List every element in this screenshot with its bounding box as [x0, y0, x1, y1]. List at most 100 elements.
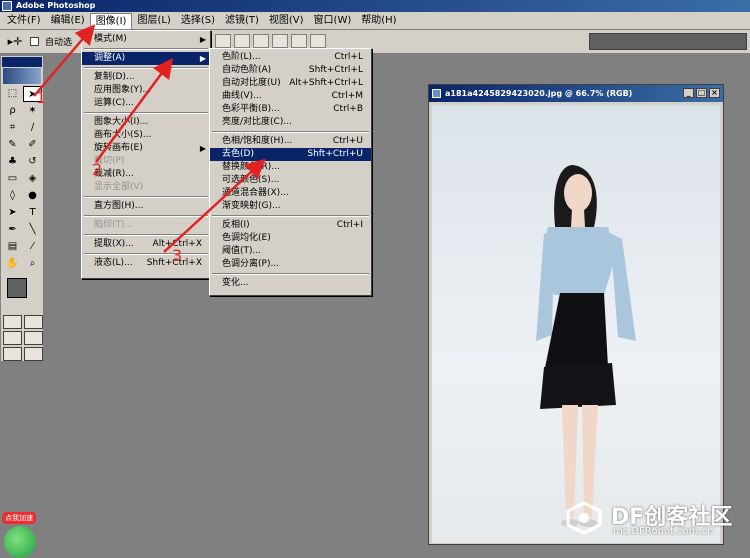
brush-tool-icon[interactable]: ✐: [23, 137, 42, 153]
close-icon[interactable]: ×: [709, 88, 720, 98]
adjust-menu-item-label: 亮度/对比度(C)...: [222, 117, 292, 127]
jump-to-imageready-button[interactable]: [24, 347, 43, 361]
adjust-menu-item[interactable]: 可选颜色(S)...: [210, 174, 371, 187]
document-canvas[interactable]: [432, 105, 720, 543]
adjust-menu-item[interactable]: 渐变映射(G)...: [210, 200, 371, 213]
image-menu-item[interactable]: 画布大小(S)...: [82, 129, 210, 142]
hand-tool-icon[interactable]: ✋: [3, 256, 22, 272]
menu-file[interactable]: 文件(F): [2, 13, 46, 29]
align-hcenter-button[interactable]: [291, 34, 307, 48]
image-menu-item[interactable]: 复制(D)...: [82, 71, 210, 84]
palette-well[interactable]: [589, 33, 747, 50]
toolbox-logo[interactable]: [3, 68, 41, 84]
marquee-tool-icon[interactable]: ⬚: [3, 86, 22, 102]
adjust-menu-item[interactable]: 色调分离(P)...: [210, 258, 371, 271]
speedup-badge[interactable]: 点我加速: [0, 510, 38, 558]
photo-face: [564, 174, 592, 212]
clone-stamp-icon[interactable]: ♣: [3, 154, 22, 170]
adjust-menu-item-label: 变化...: [222, 278, 249, 288]
auto-select-checkbox[interactable]: [30, 37, 39, 46]
align-vcenter-button[interactable]: [234, 34, 250, 48]
adjust-menu-item[interactable]: 去色(D) Shft+Ctrl+U: [210, 148, 371, 161]
align-top-button[interactable]: [215, 34, 231, 48]
screen-mode-full-button[interactable]: [3, 347, 22, 361]
annotation-label-2: 2: [92, 160, 103, 179]
line-tool-icon[interactable]: ╲: [23, 222, 42, 238]
watermark-url: mc.DFRobot.com.cn: [613, 526, 714, 537]
zoom-tool-icon[interactable]: ⌕: [23, 256, 42, 272]
menu-help[interactable]: 帮助(H): [356, 13, 401, 29]
screen-mode-standard-button[interactable]: [3, 331, 22, 345]
image-menu-item[interactable]: 应用图象(Y)...: [82, 84, 210, 97]
adjust-menu-item[interactable]: 替换颜色(R)...: [210, 161, 371, 174]
adjust-menu-item-label: 去色(D): [222, 149, 254, 159]
move-tool-icon[interactable]: ▸✛: [6, 34, 24, 50]
adjust-menu-item-shortcut: Ctrl+I: [336, 220, 363, 230]
lasso-tool-icon[interactable]: ρ: [3, 103, 22, 119]
adjust-menu-item[interactable]: 亮度/对比度(C)...: [210, 116, 371, 129]
image-menu-item[interactable]: 旋转画布(E) ▶: [82, 142, 210, 155]
color-swatches: [3, 276, 41, 310]
dodge-tool-icon[interactable]: ●: [23, 188, 42, 204]
paint-bucket-icon[interactable]: ◈: [23, 171, 42, 187]
document-title-bar[interactable]: a181a4245829423020.jpg @ 66.7% (RGB) _ □…: [429, 85, 723, 102]
crop-tool-icon[interactable]: ⌗: [3, 120, 22, 136]
type-tool-icon[interactable]: T: [23, 205, 42, 221]
menu-view[interactable]: 视图(V): [264, 13, 309, 29]
annotation-label-3: 3: [172, 246, 183, 265]
blur-tool-icon[interactable]: ◊: [3, 188, 22, 204]
menu-filter[interactable]: 滤镜(T): [220, 13, 264, 29]
photoshop-app-icon: [2, 1, 12, 11]
adjust-menu-item[interactable]: 反相(I) Ctrl+I: [210, 219, 371, 232]
minimize-icon[interactable]: _: [683, 88, 694, 98]
photo-skirt-hem: [540, 363, 616, 409]
adjust-menu-item[interactable]: 色阶(L)... Ctrl+L: [210, 51, 371, 64]
menu-window[interactable]: 窗口(W): [309, 13, 357, 29]
image-menu-item-label: 画布大小(S)...: [94, 130, 152, 140]
adjust-menu-item[interactable]: 色调均化(E): [210, 232, 371, 245]
menu-layer[interactable]: 图层(L): [132, 13, 175, 29]
adjust-menu-item-label: 曲线(V)...: [222, 91, 262, 101]
adjust-menu-item[interactable]: 色相/饱和度(H)... Ctrl+U: [210, 135, 371, 148]
align-right-button[interactable]: [310, 34, 326, 48]
adjust-menu-item[interactable]: 通道混合器(X)...: [210, 187, 371, 200]
image-menu-item[interactable]: 运算(C)...: [82, 97, 210, 110]
healing-brush-icon[interactable]: ✎: [3, 137, 22, 153]
notes-tool-icon[interactable]: ▤: [3, 239, 22, 255]
standard-mode-button[interactable]: [3, 315, 22, 329]
menu-edit[interactable]: 编辑(E): [46, 13, 90, 29]
image-menu-item[interactable]: 直方图(H)...: [82, 200, 210, 213]
image-menu-item[interactable]: 调整(A) ▶: [82, 52, 210, 65]
path-select-icon[interactable]: ➤: [3, 205, 22, 221]
slice-tool-icon[interactable]: ∕: [23, 120, 42, 136]
image-menu-item-label: 旋转画布(E): [94, 143, 143, 153]
align-left-button[interactable]: [272, 34, 288, 48]
adjust-menu-item[interactable]: 阈值(T)...: [210, 245, 371, 258]
foreground-color-swatch[interactable]: [7, 278, 27, 298]
image-menu-item[interactable]: 液态(L)... Shft+Ctrl+X: [82, 257, 210, 270]
align-bottom-button[interactable]: [253, 34, 269, 48]
adjust-menu-item[interactable]: 自动对比度(U) Alt+Shft+Ctrl+L: [210, 77, 371, 90]
adjust-menu-item[interactable]: 曲线(V)... Ctrl+M: [210, 90, 371, 103]
maximize-icon[interactable]: □: [696, 88, 707, 98]
adjust-menu-item[interactable]: 变化...: [210, 277, 371, 290]
screen-mode-full-menu-button[interactable]: [24, 331, 43, 345]
document-title: a181a4245829423020.jpg @ 66.7% (RGB): [445, 89, 633, 98]
toolbox-header: [2, 57, 42, 67]
quick-mask-button[interactable]: [24, 315, 43, 329]
menu-select[interactable]: 选择(S): [176, 13, 220, 29]
adjust-menu-item[interactable]: 自动色阶(A) Shft+Ctrl+L: [210, 64, 371, 77]
menu-image[interactable]: 图像(I): [89, 12, 133, 29]
eraser-tool-icon[interactable]: ▭: [3, 171, 22, 187]
adjust-menu-item-label: 阈值(T)...: [222, 246, 262, 256]
image-menu-item-label: 调整(A): [94, 53, 126, 63]
eyedropper-icon[interactable]: ⁄: [23, 239, 42, 255]
pen-tool-icon[interactable]: ✒: [3, 222, 22, 238]
adjust-menu-item[interactable]: 色彩平衡(B)... Ctrl+B: [210, 103, 371, 116]
image-menu-item[interactable]: 图象大小(I)...: [82, 116, 210, 129]
image-menu-item-label: 显示全部(V): [94, 182, 144, 192]
image-menu-item[interactable]: 模式(M) ▶: [82, 33, 210, 46]
image-menu-item[interactable]: 提取(X)... Alt+Ctrl+X: [82, 238, 210, 251]
menu-separator: [84, 48, 208, 50]
history-brush-icon[interactable]: ↺: [23, 154, 42, 170]
